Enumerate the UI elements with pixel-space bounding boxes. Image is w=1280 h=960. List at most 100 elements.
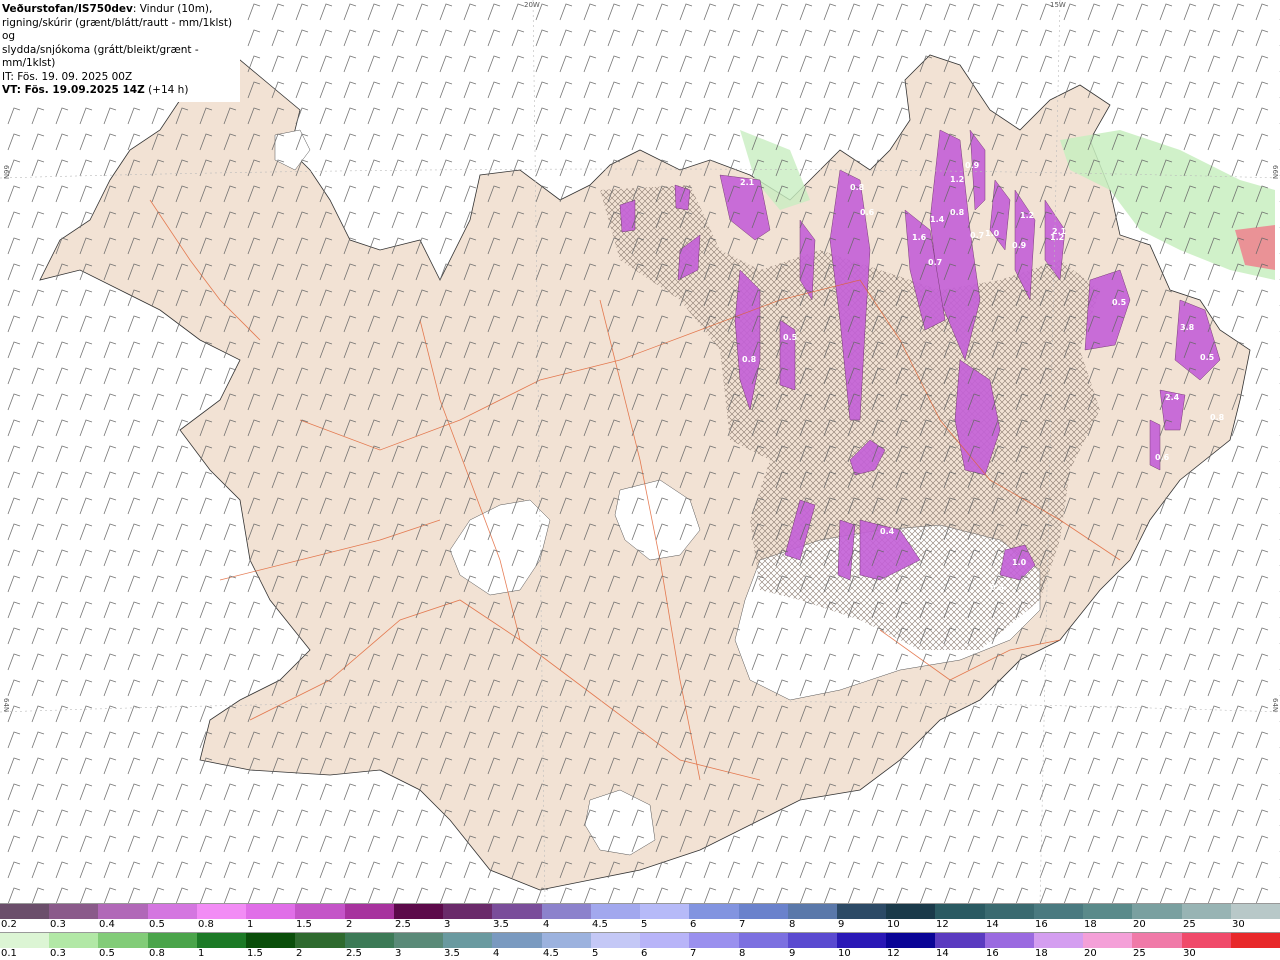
lat-label-64n-left: 64N bbox=[2, 698, 10, 713]
colorbar-swatch bbox=[984, 904, 1034, 919]
lat-label-66n-left: 66N bbox=[2, 165, 10, 180]
precip-value-label: 1.0 bbox=[985, 229, 1000, 238]
colorbar-swatch bbox=[147, 904, 197, 919]
colorbar-swatch bbox=[640, 933, 690, 948]
precip-value-label: 1.2 bbox=[950, 175, 964, 184]
precip-value-label: 0.5 bbox=[783, 333, 798, 342]
map-info-box: Veðurstofan/IS750dev: Vindur (10m), rign… bbox=[0, 0, 240, 102]
colorbar-label: 5 bbox=[592, 948, 599, 959]
colorbar-label: 3.5 bbox=[493, 919, 509, 930]
colorbar-label: 3 bbox=[395, 948, 402, 959]
colorbar-label: 25 bbox=[1183, 919, 1196, 930]
colorbar-swatch bbox=[1132, 904, 1182, 919]
weather-map: 2.1 1.20.91.21.61.40.80.71.00.70.50.91.22… bbox=[0, 0, 1280, 903]
colorbar-label: 2 bbox=[346, 919, 353, 930]
snow-colorbar bbox=[0, 903, 1280, 919]
colorbar-swatch bbox=[738, 933, 788, 948]
colorbar-swatch bbox=[1230, 933, 1280, 948]
colorbar-swatch bbox=[1132, 933, 1182, 948]
colorbar-label: 14 bbox=[936, 948, 949, 959]
colorbar-label: 5 bbox=[641, 919, 648, 930]
colorbar-swatch bbox=[541, 933, 591, 948]
precip-value-label: 0.8 bbox=[950, 208, 965, 217]
colorbar-label: 1 bbox=[247, 919, 254, 930]
precip-value-label: 0.4 bbox=[880, 527, 895, 536]
rain-colorbar bbox=[0, 932, 1280, 948]
precip-value-label: 0.3 bbox=[990, 583, 1004, 592]
colorbar-swatch bbox=[246, 904, 296, 919]
colorbar-swatch bbox=[492, 933, 542, 948]
colorbar-label: 3 bbox=[444, 919, 451, 930]
colorbar-swatch bbox=[1083, 904, 1133, 919]
colorbar-swatch bbox=[689, 904, 739, 919]
colorbar-swatch bbox=[98, 904, 148, 919]
colorbar-swatch bbox=[393, 933, 444, 948]
precip-value-label: 0.6 bbox=[1155, 453, 1170, 462]
valid-time: VT: Fös. 19.09.2025 14Z bbox=[2, 84, 145, 96]
colorbar-label: 10 bbox=[887, 919, 900, 930]
precip-value-label: 0.9 bbox=[965, 161, 980, 170]
colorbar-swatch bbox=[49, 904, 99, 919]
colorbar-swatch bbox=[1033, 933, 1084, 948]
colorbar-swatch bbox=[1230, 904, 1280, 919]
colorbar-label: 8 bbox=[789, 919, 796, 930]
precip-value-label: 0.9 bbox=[1012, 241, 1027, 250]
colorbar-swatch bbox=[393, 904, 444, 919]
map-subtitle-snow: slydda/snjókoma (grátt/bleikt/grænt - mm… bbox=[2, 43, 199, 70]
colorbar-label: 9 bbox=[838, 919, 845, 930]
colorbar-label: 16 bbox=[986, 948, 999, 959]
precip-value-label: 0.8 bbox=[850, 183, 865, 192]
colorbar-label: 8 bbox=[739, 948, 746, 959]
lon-label-20w: 20W bbox=[524, 1, 540, 9]
colorbar-swatch bbox=[196, 904, 247, 919]
colorbar-label: 2.5 bbox=[395, 919, 411, 930]
colorbar-label: 6 bbox=[690, 919, 697, 930]
colorbar-label: 14 bbox=[986, 919, 999, 930]
precip-value-label: 0.8 bbox=[1210, 413, 1225, 422]
colorbar-label: 0.5 bbox=[149, 919, 165, 930]
colorbar-label: 1 bbox=[198, 948, 205, 959]
precip-value-label: 1.2 bbox=[1020, 211, 1034, 220]
colorbar-label: 0.8 bbox=[198, 919, 214, 930]
colorbar-label: 1.5 bbox=[296, 919, 312, 930]
precip-value-label: 0.5 bbox=[1112, 298, 1127, 307]
colorbar-label: 7 bbox=[739, 919, 746, 930]
lon-label-15w: 15W bbox=[1050, 1, 1066, 9]
colorbar-swatch bbox=[787, 933, 837, 948]
colorbar-label: 0.5 bbox=[99, 948, 115, 959]
colorbar-swatch bbox=[935, 904, 985, 919]
colorbar-label: 6 bbox=[641, 948, 648, 959]
map-title: Veðurstofan/IS750dev bbox=[2, 3, 133, 15]
colorbar-label: 0.3 bbox=[50, 919, 66, 930]
colorbar-swatch bbox=[640, 904, 690, 919]
colorbar-swatch bbox=[443, 904, 493, 919]
precip-legend: 0.2 0.3 0.4 0.5 0.8 1 1.5 2 2.5 3 3.5 4 4.5 5 6 7 8 9 10 12… bbox=[0, 903, 1280, 960]
colorbar-label: 0.3 bbox=[50, 948, 66, 959]
colorbar-label: 4.5 bbox=[543, 948, 559, 959]
colorbar-label: 7 bbox=[690, 948, 697, 959]
colorbar-swatch bbox=[738, 904, 788, 919]
colorbar-label: 12 bbox=[936, 919, 949, 930]
colorbar-swatch bbox=[836, 933, 887, 948]
precip-value-label: 3.8 bbox=[1180, 323, 1195, 332]
init-time: IT: Fös. 19. 09. 2025 00Z bbox=[2, 70, 133, 83]
colorbar-swatch bbox=[344, 904, 394, 919]
precip-value-label: 0.6 bbox=[860, 208, 875, 217]
colorbar-swatch bbox=[886, 933, 936, 948]
colorbar-swatch bbox=[590, 933, 641, 948]
precip-value-label: 1.6 bbox=[912, 233, 927, 242]
colorbar-label: 18 bbox=[1084, 919, 1097, 930]
colorbar-label: 30 bbox=[1183, 948, 1196, 959]
colorbar-label: 0.2 bbox=[1, 919, 17, 930]
colorbar-label: 1.5 bbox=[247, 948, 263, 959]
colorbar-swatch bbox=[196, 933, 247, 948]
lat-label-66n-right: 66N bbox=[1271, 165, 1279, 180]
colorbar-label: 25 bbox=[1133, 948, 1146, 959]
colorbar-swatch bbox=[1083, 933, 1133, 948]
colorbar-swatch bbox=[0, 933, 50, 948]
colorbar-label: 20 bbox=[1084, 948, 1097, 959]
colorbar-swatch bbox=[836, 904, 887, 919]
colorbar-label: 16 bbox=[1035, 919, 1048, 930]
colorbar-swatch bbox=[1181, 904, 1231, 919]
colorbar-swatch bbox=[0, 904, 50, 919]
